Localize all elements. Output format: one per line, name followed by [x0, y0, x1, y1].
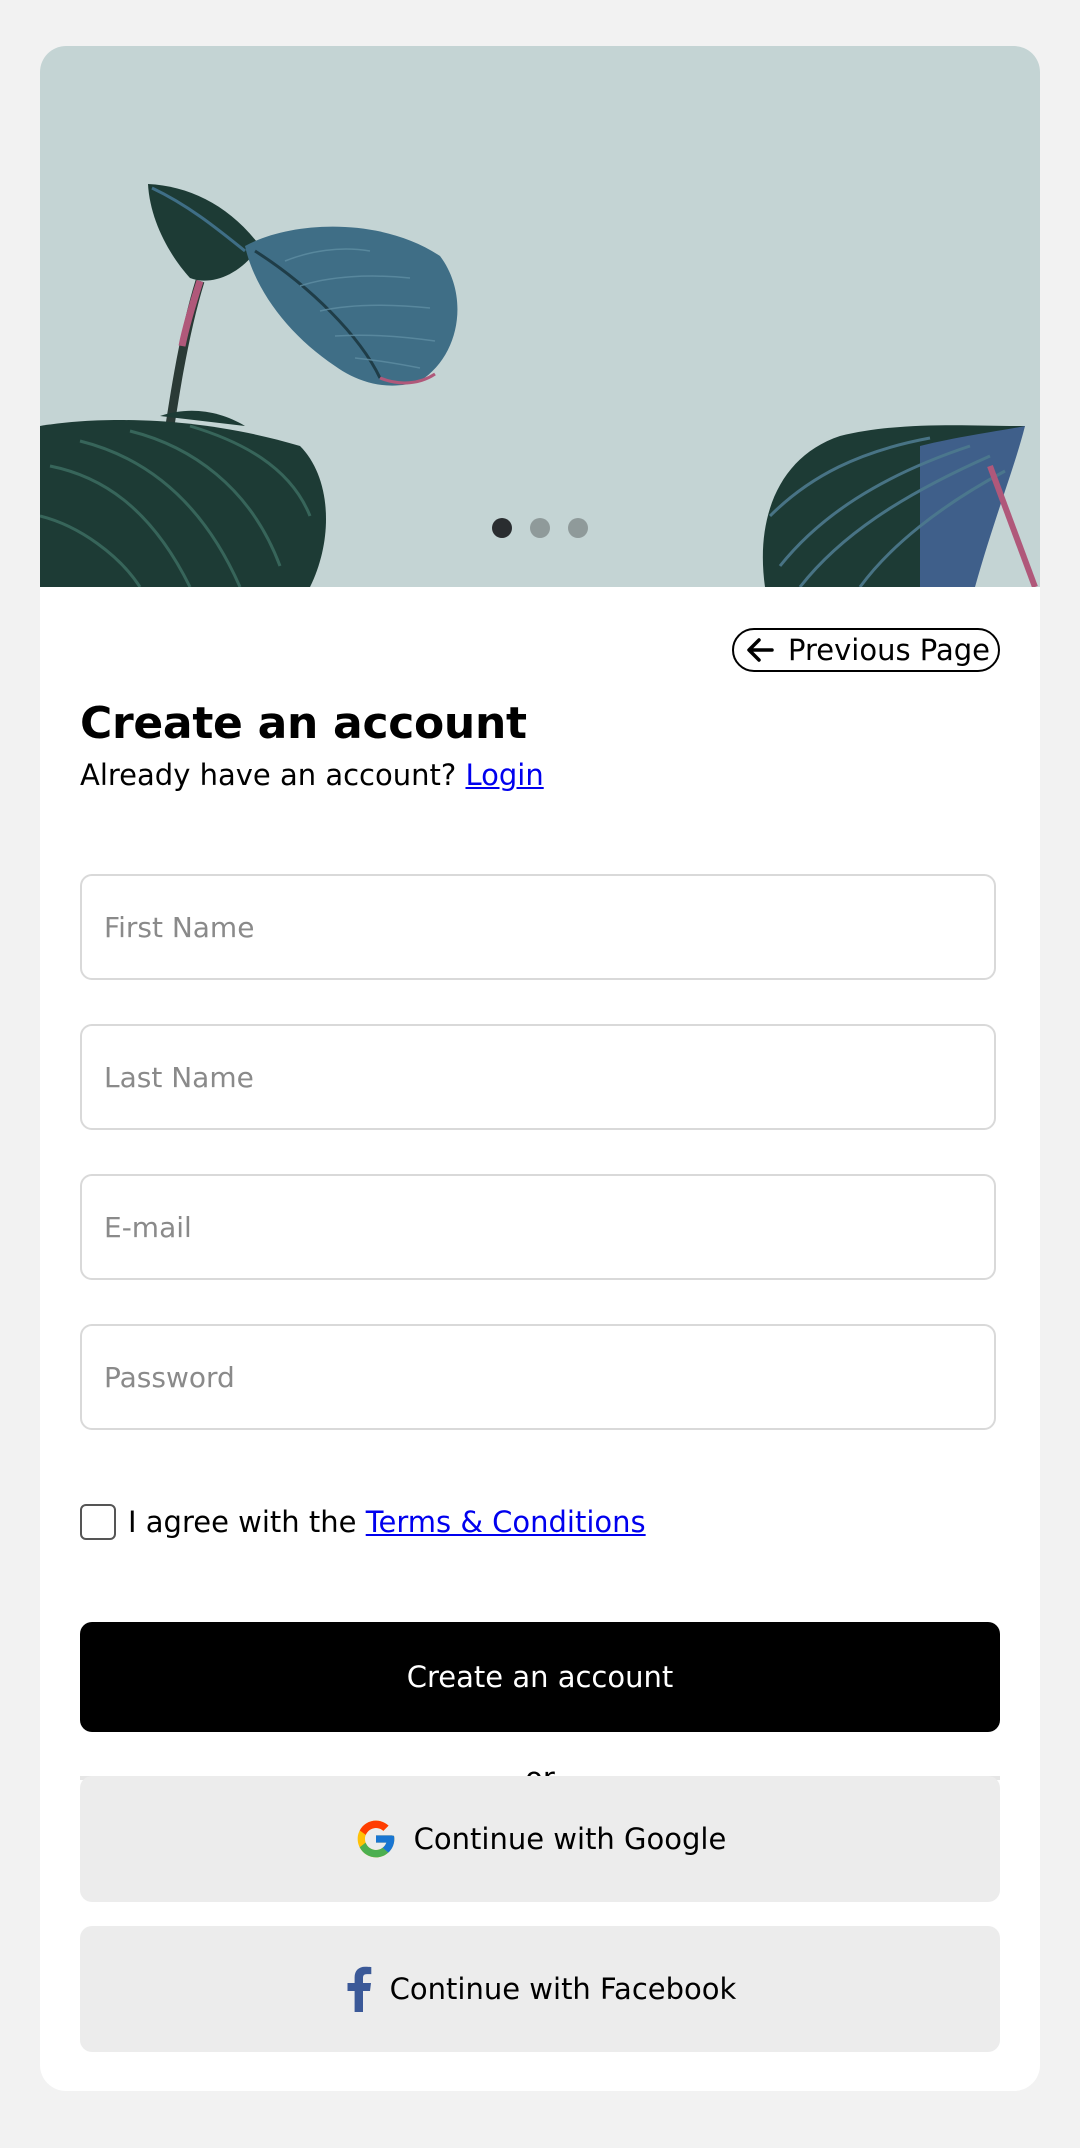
login-link[interactable]: Login	[465, 758, 543, 792]
terms-agreement: I agree with the Terms & Conditions	[80, 1504, 646, 1540]
page-title: Create an account	[80, 698, 527, 749]
first-name-input[interactable]	[80, 874, 996, 980]
google-icon	[354, 1817, 398, 1861]
carousel-dot[interactable]	[568, 518, 588, 538]
arrow-left-icon	[744, 634, 776, 666]
previous-page-label: Previous Page	[788, 633, 990, 667]
last-name-input[interactable]	[80, 1024, 996, 1130]
terms-link[interactable]: Terms & Conditions	[366, 1505, 646, 1539]
continue-with-google-button[interactable]: Continue with Google	[80, 1776, 1000, 1902]
carousel-dots	[40, 518, 1040, 538]
create-account-button[interactable]: Create an account	[80, 1622, 1000, 1732]
signup-card: Previous Page Create an account Already …	[40, 46, 1040, 2091]
facebook-button-label: Continue with Facebook	[389, 1972, 737, 2006]
create-account-label: Create an account	[406, 1660, 674, 1694]
plant-leaves-image	[40, 184, 1038, 587]
password-input[interactable]	[80, 1324, 996, 1430]
login-prompt: Already have an account? Login	[80, 758, 544, 792]
login-prompt-text: Already have an account?	[80, 758, 457, 792]
hero-carousel[interactable]	[40, 46, 1040, 587]
google-button-label: Continue with Google	[413, 1822, 727, 1856]
terms-agree-text: I agree with the	[128, 1505, 357, 1539]
facebook-icon	[344, 1966, 374, 2012]
terms-checkbox[interactable]	[80, 1504, 116, 1540]
carousel-dot[interactable]	[530, 518, 550, 538]
continue-with-facebook-button[interactable]: Continue with Facebook	[80, 1926, 1000, 2052]
email-input[interactable]	[80, 1174, 996, 1280]
carousel-dot-active[interactable]	[492, 518, 512, 538]
previous-page-button[interactable]: Previous Page	[732, 628, 1000, 672]
